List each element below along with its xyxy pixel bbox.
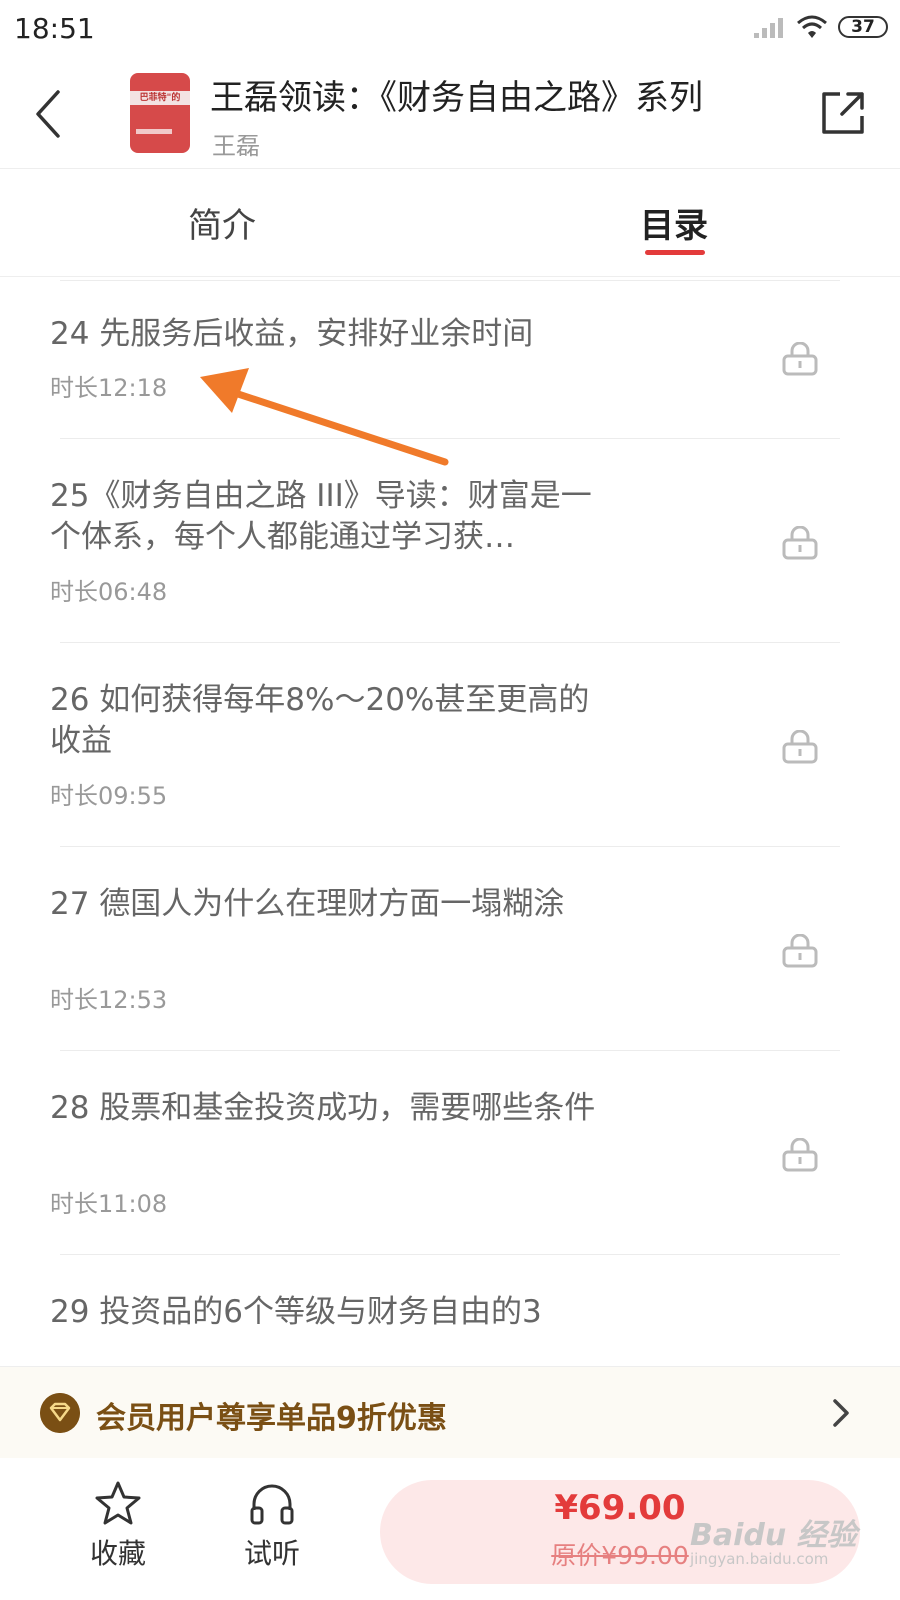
episode-title: 25《财务自由之路 III》导读：财富是一个体系，每个人都能通过学习获… (50, 478, 592, 555)
tab-catalog[interactable]: 目录 (640, 198, 708, 247)
trial-listen-button[interactable]: 试听 (222, 1480, 322, 1572)
back-arrow-icon[interactable] (28, 86, 72, 142)
lock-icon (782, 934, 818, 968)
share-icon[interactable] (818, 86, 870, 138)
status-icons: 37 (752, 14, 888, 40)
lock-icon (782, 1138, 818, 1172)
episode-duration: 时长09:55 (50, 782, 168, 810)
episode-list[interactable]: 24 先服务后收益，安排好业余时间 时长12:18 25《财务自由之路 III》… (0, 276, 900, 1366)
signal-icon (754, 18, 783, 38)
lock-icon (782, 342, 818, 376)
episode-title: 28 股票和基金投资成功，需要哪些条件 (50, 1090, 596, 1126)
episode-title: 24 先服务后收益，安排好业余时间 (50, 316, 534, 352)
wifi-icon (797, 15, 827, 38)
episode-title: 27 德国人为什么在理财方面一塌糊涂 (50, 886, 565, 922)
favorite-label: 收藏 (89, 1537, 146, 1570)
episode-item[interactable]: 26 如何获得每年8%～20%甚至更高的收益 时长09:55 (0, 642, 900, 846)
favorite-button[interactable]: 收藏 (68, 1480, 168, 1572)
active-tab-indicator (645, 250, 705, 255)
vip-diamond-icon (40, 1393, 80, 1433)
baidu-watermark: Baidu 经验 jingyan.baidu.com (690, 1510, 880, 1568)
episode-duration: 时长06:48 (50, 578, 168, 606)
tab-bar: 简介 目录 (0, 168, 900, 277)
episode-item[interactable]: 28 股票和基金投资成功，需要哪些条件 时长11:08 (0, 1050, 900, 1254)
episode-item[interactable]: 25《财务自由之路 III》导读：财富是一个体系，每个人都能通过学习获… 时长0… (0, 438, 900, 642)
album-header: 巴菲特"的 王磊领读：《财务自由之路》系列 王磊 (0, 60, 900, 169)
lock-icon (782, 526, 818, 560)
album-author[interactable]: 王磊 (212, 126, 260, 161)
episode-item[interactable]: 24 先服务后收益，安排好业余时间 时长12:18 (0, 276, 900, 438)
tab-intro[interactable]: 简介 (188, 198, 256, 247)
star-icon (95, 1481, 141, 1525)
lock-icon (782, 730, 818, 764)
episode-item[interactable]: 29 投资品的6个等级与财务自由的3 (0, 1254, 900, 1366)
episode-duration: 时长12:18 (50, 374, 168, 402)
member-discount-text: 会员用户尊享单品9折优惠 (96, 1401, 447, 1436)
headphones-icon (250, 1484, 294, 1525)
chevron-right-icon (833, 1399, 849, 1427)
cover-text: 巴菲特"的 (130, 91, 190, 105)
watermark-logo-text: Baidu 经验 (690, 1518, 857, 1553)
episode-title: 26 如何获得每年8%～20%甚至更高的收益 (50, 682, 590, 759)
episode-duration: 时长12:53 (50, 986, 168, 1014)
album-cover[interactable]: 巴菲特"的 (130, 73, 190, 153)
trial-listen-label: 试听 (243, 1537, 300, 1570)
member-discount-banner[interactable]: 会员用户尊享单品9折优惠 (0, 1366, 900, 1459)
episode-item[interactable]: 27 德国人为什么在理财方面一塌糊涂 时长12:53 (0, 846, 900, 1050)
battery-indicator: 37 (838, 16, 888, 38)
status-time: 18:51 (14, 12, 95, 45)
episode-title: 29 投资品的6个等级与财务自由的3 (50, 1294, 542, 1330)
album-title: 王磊领读：《财务自由之路》系列 (210, 78, 703, 118)
cover-decoration (136, 129, 172, 134)
episode-duration: 时长11:08 (50, 1190, 168, 1218)
status-bar: 18:51 37 (0, 0, 900, 60)
